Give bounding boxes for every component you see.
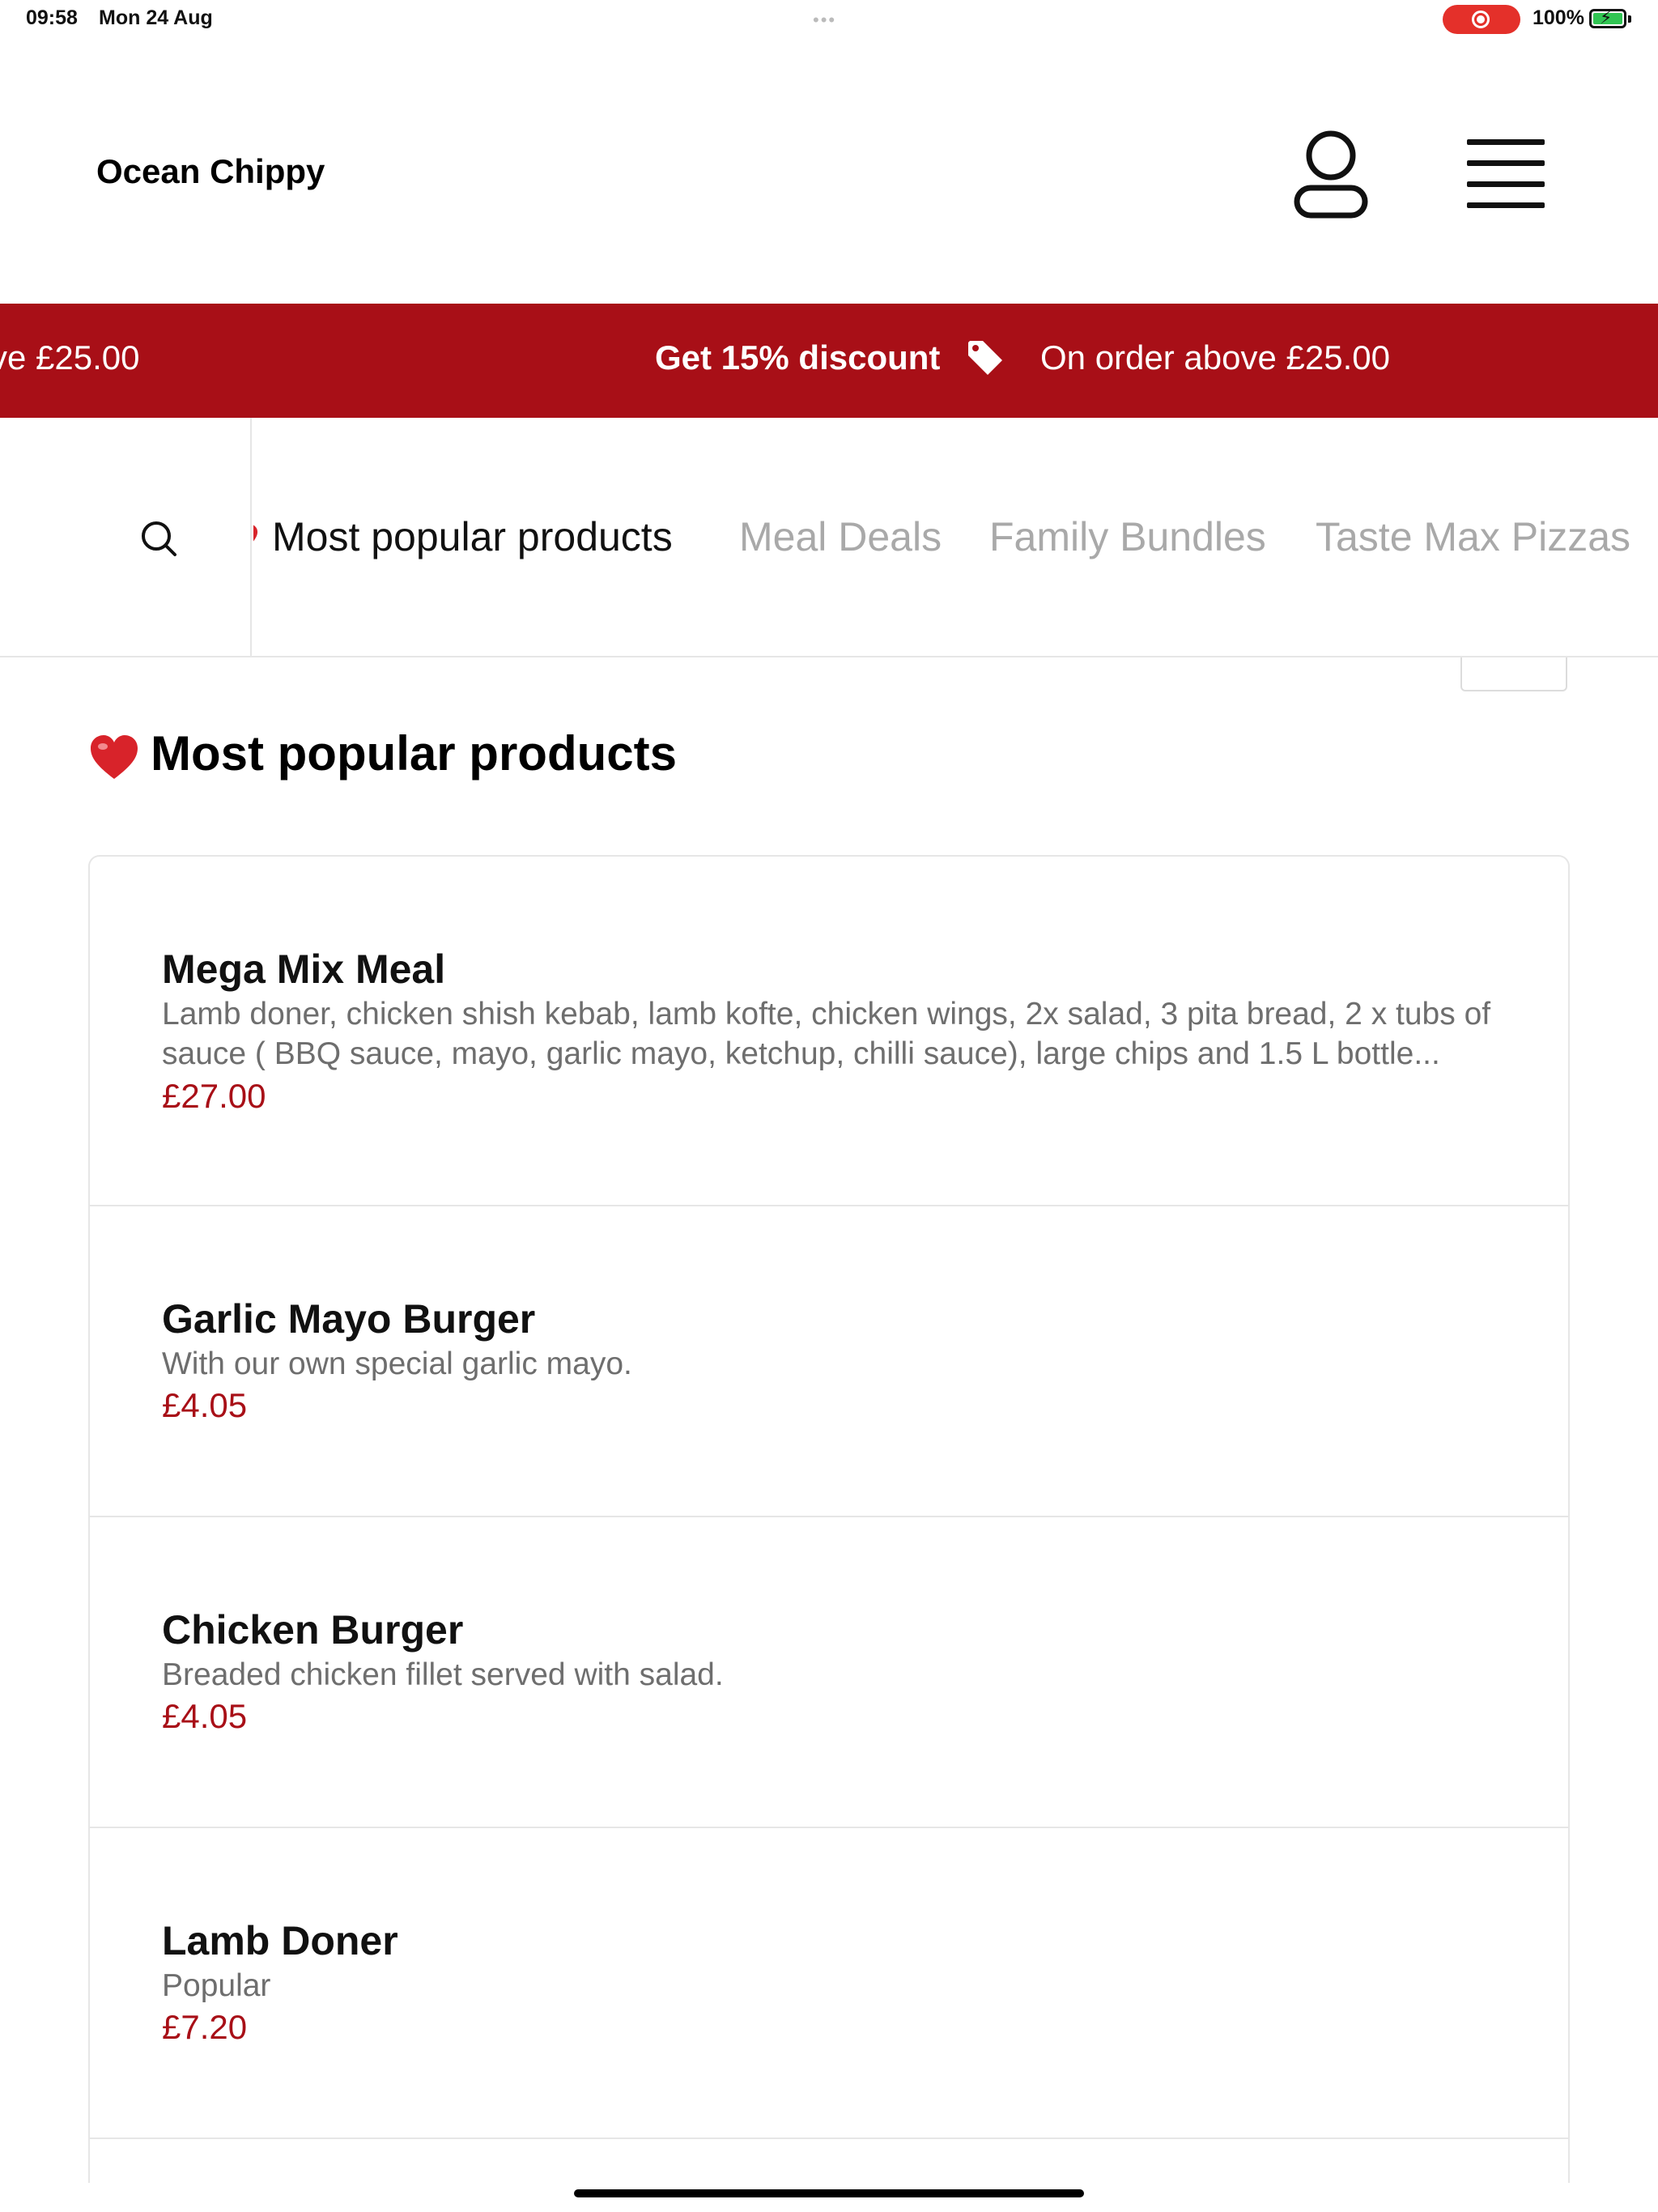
product-price: £27.00	[162, 1077, 266, 1115]
section-title: Most popular products	[89, 725, 677, 781]
product-name: Garlic Mayo Burger	[162, 1296, 536, 1342]
promo-subtitle: On order above £25.00	[1040, 338, 1390, 376]
tab-most-popular[interactable]: Most popular products	[272, 513, 673, 560]
tab-family-bundles[interactable]: Family Bundles	[989, 513, 1266, 560]
account-button[interactable]	[1289, 126, 1373, 223]
status-date: Mon 24 Aug	[99, 6, 213, 29]
battery-cap	[1628, 15, 1631, 23]
product-name: Mega Mix Meal	[162, 946, 446, 992]
product-description: Breaded chicken fillet served with salad…	[162, 1657, 724, 1692]
product-card[interactable]: Lamb Doner Popular £7.20	[90, 1828, 1568, 2139]
tag-icon	[968, 341, 1002, 375]
promo-banner: ve £25.00 Get 15% discount On order abov…	[0, 304, 1658, 418]
product-card[interactable]: Mega Mix Meal Lamb doner, chicken shish …	[90, 857, 1568, 1206]
heart-icon	[91, 735, 138, 780]
site-header: Ocean Chippy	[0, 81, 1658, 267]
product-list: Mega Mix Meal Lamb doner, chicken shish …	[88, 855, 1570, 2183]
tab-meal-deals[interactable]: Meal Deals	[739, 513, 942, 560]
tab-taste-max-pizzas[interactable]: Taste Max Pizzas	[1316, 513, 1630, 560]
search-button[interactable]	[0, 418, 252, 656]
status-time: 09:58	[26, 6, 78, 29]
category-tabs: Most popular products Meal Deals Family …	[253, 418, 1658, 656]
battery-percentage: 100%	[1533, 6, 1584, 29]
multitasking-dots-icon[interactable]: •••	[813, 10, 836, 31]
product-description: Popular	[162, 1968, 271, 2003]
product-description: With our own special garlic mayo.	[162, 1346, 632, 1381]
screen-recording-icon[interactable]	[1443, 5, 1520, 34]
product-description: Lamb doner, chicken shish kebab, lamb ko…	[162, 997, 1491, 1071]
product-name: Lamb Doner	[162, 1918, 398, 1963]
floating-button[interactable]	[1460, 657, 1567, 691]
product-price: £4.05	[162, 1386, 248, 1424]
product-card[interactable]: Garlic Mayo Burger With our own special …	[90, 1206, 1568, 1517]
promo-title: Get 15% discount	[655, 338, 941, 376]
product-name: Chicken Burger	[162, 1607, 464, 1653]
heart-icon	[253, 525, 257, 542]
user-icon	[1294, 130, 1368, 219]
brand-name[interactable]: Ocean Chippy	[96, 152, 325, 191]
product-card[interactable]: Chicken Burger Breaded chicken fillet se…	[90, 1517, 1568, 1828]
promo-subtitle-fragment: ve £25.00	[0, 338, 140, 376]
battery-icon: ⚡	[1589, 8, 1626, 28]
search-icon	[142, 521, 176, 556]
product-price: £7.20	[162, 2008, 248, 2046]
status-bar: 09:58 Mon 24 Aug ••• 100% ⚡	[0, 0, 1658, 39]
section-title-text: Most popular products	[151, 726, 677, 781]
hamburger-menu-icon	[1467, 139, 1545, 145]
home-indicator[interactable]	[574, 2189, 1084, 2197]
product-price: £4.05	[162, 1697, 248, 1735]
menu-button[interactable]	[1464, 136, 1550, 214]
category-nav: Most popular products Meal Deals Family …	[0, 418, 1658, 657]
